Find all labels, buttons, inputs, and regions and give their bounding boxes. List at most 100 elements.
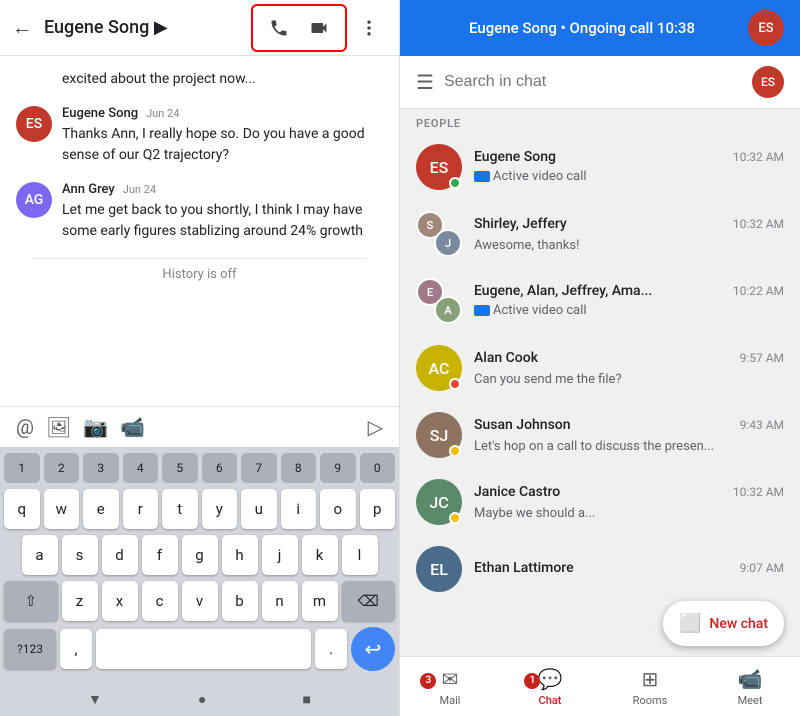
more-options-button[interactable] (351, 10, 387, 46)
chat-info-ethan: Ethan Lattimore 9:07 AM (474, 560, 784, 578)
key-f[interactable]: f (142, 535, 178, 575)
key-h[interactable]: h (222, 535, 258, 575)
chat-time: 9:57 AM (740, 351, 784, 365)
message-group-eugene: ES Eugene Song Jun 24 Thanks Ann, I real… (16, 106, 383, 166)
key-9[interactable]: 9 (320, 453, 356, 483)
key-p[interactable]: p (360, 489, 396, 529)
nav-home-circle[interactable]: ● (198, 691, 206, 708)
phone-call-button[interactable] (261, 10, 297, 46)
key-a[interactable]: a (22, 535, 58, 575)
backspace-key[interactable]: ⌫ (342, 581, 396, 621)
chat-preview: Maybe we should a... (474, 506, 595, 521)
image-button[interactable]: 🖼 (46, 415, 71, 439)
chat-preview-video: Active video call (474, 303, 587, 318)
call-buttons-highlight (251, 4, 347, 52)
nav-rooms[interactable]: ⊞ Rooms (600, 657, 700, 716)
chat-item-ethan[interactable]: EL Ethan Lattimore 9:07 AM (400, 536, 800, 603)
android-nav-bar: ▼ ● ■ (0, 683, 399, 716)
key-0[interactable]: 0 (360, 453, 396, 483)
key-2[interactable]: 2 (44, 453, 80, 483)
key-1[interactable]: 1 (4, 453, 40, 483)
chat-item-eugene[interactable]: ES Eugene Song 10:32 AM Active video cal… (400, 134, 800, 201)
chat-item-shirley[interactable]: S J Shirley, Jeffery 10:32 AM Awesome, t… (400, 201, 800, 268)
active-video-label: Active video call (493, 169, 587, 184)
people-section-label: PEOPLE (400, 109, 800, 134)
key-y[interactable]: y (202, 489, 238, 529)
back-button[interactable]: ← (12, 15, 32, 40)
send-button[interactable]: ▷ (368, 415, 383, 439)
symbols-key[interactable]: ?123 (4, 629, 56, 669)
chat-icon: 💬 (538, 667, 563, 691)
key-w[interactable]: w (44, 489, 80, 529)
key-k[interactable]: k (302, 535, 338, 575)
message-date-ann: Jun 24 (123, 183, 156, 196)
key-g[interactable]: g (182, 535, 218, 575)
chat-item-group[interactable]: E A Eugene, Alan, Jeffrey, Ama... 10:22 … (400, 268, 800, 335)
period-key[interactable]: . (315, 629, 347, 669)
key-b[interactable]: b (222, 581, 258, 621)
key-o[interactable]: o (320, 489, 356, 529)
chat-name: Ethan Lattimore (474, 560, 574, 576)
chat-info-janice: Janice Castro 10:32 AM Maybe we should a… (474, 484, 784, 521)
chat-preview: Can you send me the file? (474, 372, 622, 387)
key-7[interactable]: 7 (241, 453, 277, 483)
video-add-button[interactable]: 📹 (120, 415, 145, 439)
shift-key[interactable]: ⇧ (4, 581, 58, 621)
message-meta-ann: Ann Grey Jun 24 (62, 182, 383, 197)
video-call-button[interactable] (301, 10, 337, 46)
nav-meet[interactable]: 📹 Meet (700, 657, 800, 716)
nav-recent-square[interactable]: ■ (302, 691, 310, 708)
camera-button[interactable]: 📷 (83, 415, 108, 439)
enter-key[interactable]: ↩ (351, 627, 395, 671)
chat-preview: Awesome, thanks! (474, 238, 579, 253)
key-m[interactable]: m (302, 581, 338, 621)
key-5[interactable]: 5 (162, 453, 198, 483)
chat-name-row: Susan Johnson 9:43 AM (474, 417, 784, 433)
key-x[interactable]: x (102, 581, 138, 621)
avatar-ann: AG (16, 182, 52, 218)
key-u[interactable]: u (241, 489, 277, 529)
nav-mail[interactable]: ✉ 3 Mail (400, 657, 500, 716)
keyboard: 1 2 3 4 5 6 7 8 9 0 q w e r t y u i o p … (0, 447, 399, 683)
key-z[interactable]: z (62, 581, 98, 621)
mail-label: Mail (440, 694, 461, 707)
new-chat-fab[interactable]: ⬜ New chat (663, 601, 784, 646)
chat-item-janice[interactable]: JC Janice Castro 10:32 AM Maybe we shoul… (400, 469, 800, 536)
chat-item-alan[interactable]: AC Alan Cook 9:57 AM Can you send me the… (400, 335, 800, 402)
key-r[interactable]: r (123, 489, 159, 529)
hamburger-menu-button[interactable]: ☰ (416, 70, 434, 94)
nav-chat[interactable]: 💬 1 Chat (500, 657, 600, 716)
chat-avatar-alan: AC (416, 345, 462, 391)
chat-contact-name[interactable]: Eugene Song ▶ (44, 17, 251, 38)
key-j[interactable]: j (262, 535, 298, 575)
key-d[interactable]: d (102, 535, 138, 575)
chat-time: 10:32 AM (733, 485, 784, 499)
key-v[interactable]: v (182, 581, 218, 621)
comma-key[interactable]: , (60, 629, 92, 669)
key-s[interactable]: s (62, 535, 98, 575)
key-l[interactable]: l (342, 535, 378, 575)
nav-back-triangle[interactable]: ▼ (88, 691, 102, 708)
key-4[interactable]: 4 (123, 453, 159, 483)
key-q[interactable]: q (4, 489, 40, 529)
mail-badge: 3 (420, 673, 436, 689)
key-i[interactable]: i (281, 489, 317, 529)
key-n[interactable]: n (262, 581, 298, 621)
key-3[interactable]: 3 (83, 453, 119, 483)
chat-name-row: Ethan Lattimore 9:07 AM (474, 560, 784, 576)
search-input[interactable] (444, 73, 742, 91)
at-mention-button[interactable]: @ (16, 415, 34, 439)
key-t[interactable]: t (162, 489, 198, 529)
status-dot-dnd (449, 378, 461, 390)
left-panel: ← Eugene Song ▶ excited about the projec… (0, 0, 400, 716)
bottom-nav: ✉ 3 Mail 💬 1 Chat ⊞ Rooms 📹 Meet (400, 656, 800, 716)
chat-avatar-eugene: ES (416, 144, 462, 190)
key-8[interactable]: 8 (281, 453, 317, 483)
chat-name: Eugene Song (474, 149, 556, 165)
key-e[interactable]: e (83, 489, 119, 529)
key-c[interactable]: c (142, 581, 178, 621)
space-key[interactable] (96, 629, 311, 669)
chat-header: ← Eugene Song ▶ (0, 0, 399, 56)
key-6[interactable]: 6 (202, 453, 238, 483)
chat-item-susan[interactable]: SJ Susan Johnson 9:43 AM Let's hop on a … (400, 402, 800, 469)
